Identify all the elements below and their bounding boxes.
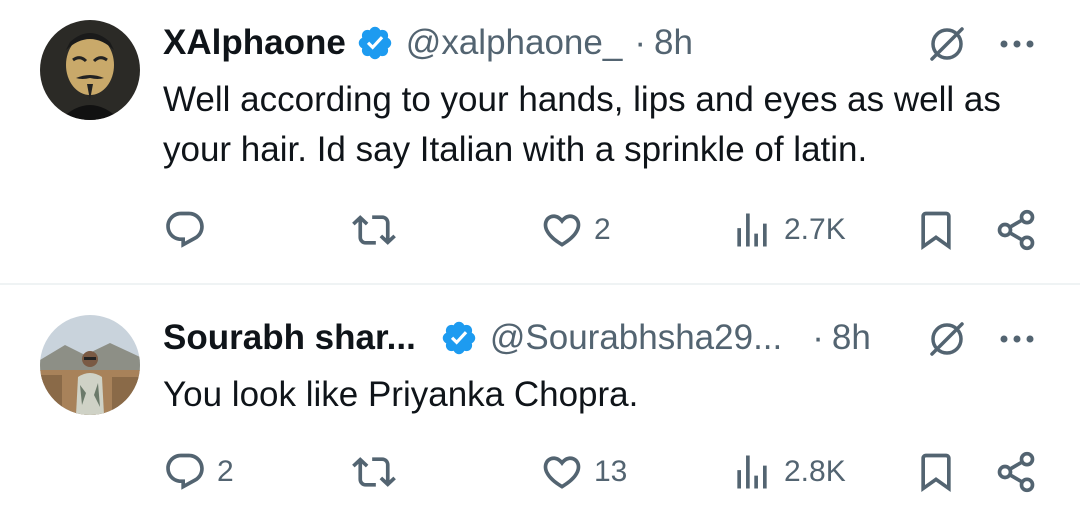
reply-count: 2: [217, 455, 234, 488]
guy-fawkes-mask-avatar-icon: [40, 20, 140, 120]
avatar[interactable]: [40, 20, 140, 120]
more-icon[interactable]: [995, 22, 1039, 66]
tweet-text: You look like Priyanka Chopra.: [163, 375, 639, 414]
like-icon: [543, 456, 581, 489]
display-name[interactable]: XAlphaone: [163, 23, 346, 63]
bookmark-icon: [921, 211, 951, 251]
share-icon: [997, 451, 1035, 493]
like-icon: [543, 214, 581, 247]
share-button[interactable]: [994, 205, 1038, 255]
separator-dot: ·: [634, 23, 646, 62]
views-button[interactable]: 2.8K: [730, 447, 846, 497]
reply-button[interactable]: 2: [163, 447, 234, 497]
views-icon: [737, 455, 767, 489]
verified-badge-icon: [358, 26, 392, 60]
reply-icon: [166, 211, 204, 248]
timestamp[interactable]: 8h: [832, 318, 871, 358]
verified-badge-icon: [442, 321, 476, 355]
retweet-button[interactable]: [352, 447, 406, 497]
like-count: 13: [594, 455, 628, 488]
tweet[interactable]: XAlphaone @xalphaone_ · 8h Well accordin…: [0, 0, 1080, 283]
retweet-icon: [352, 215, 396, 245]
grok-icon[interactable]: [925, 22, 969, 66]
like-button[interactable]: 2: [540, 205, 611, 255]
views-count: 2.8K: [784, 455, 846, 488]
tweet-header: XAlphaone @xalphaone_ · 8h: [163, 18, 693, 68]
reply-icon: [166, 453, 204, 490]
bookmark-button[interactable]: [914, 205, 958, 255]
avatar[interactable]: [40, 315, 140, 415]
views-icon: [737, 213, 767, 247]
like-button[interactable]: 13: [540, 447, 627, 497]
display-name[interactable]: Sourabh shar...: [163, 318, 416, 358]
person-outdoor-photo-avatar-icon: [40, 315, 140, 415]
more-icon[interactable]: [995, 317, 1039, 361]
share-icon: [997, 209, 1035, 251]
share-button[interactable]: [994, 447, 1038, 497]
views-button[interactable]: 2.7K: [730, 205, 846, 255]
views-count: 2.7K: [784, 213, 846, 246]
bookmark-button[interactable]: [914, 447, 958, 497]
user-handle[interactable]: @Sourabhsha29...: [490, 318, 782, 358]
tweet-text: Well according to your hands, lips and e…: [163, 80, 1001, 169]
bookmark-icon: [921, 453, 951, 493]
retweet-icon: [352, 457, 396, 487]
retweet-button[interactable]: [352, 205, 406, 255]
action-bar: 2 2.7K: [0, 205, 1080, 255]
timestamp[interactable]: 8h: [654, 23, 693, 63]
action-bar: 2 13 2.8K: [0, 447, 1080, 497]
tweet-header: Sourabh shar... @Sourabhsha29... · 8h: [163, 313, 871, 363]
like-count: 2: [594, 213, 611, 246]
user-handle[interactable]: @xalphaone_: [406, 23, 623, 63]
reply-button[interactable]: [163, 205, 217, 255]
separator-dot: ·: [812, 318, 824, 357]
tweet[interactable]: Sourabh shar... @Sourabhsha29... · 8h Yo…: [0, 285, 1080, 519]
grok-icon[interactable]: [925, 317, 969, 361]
